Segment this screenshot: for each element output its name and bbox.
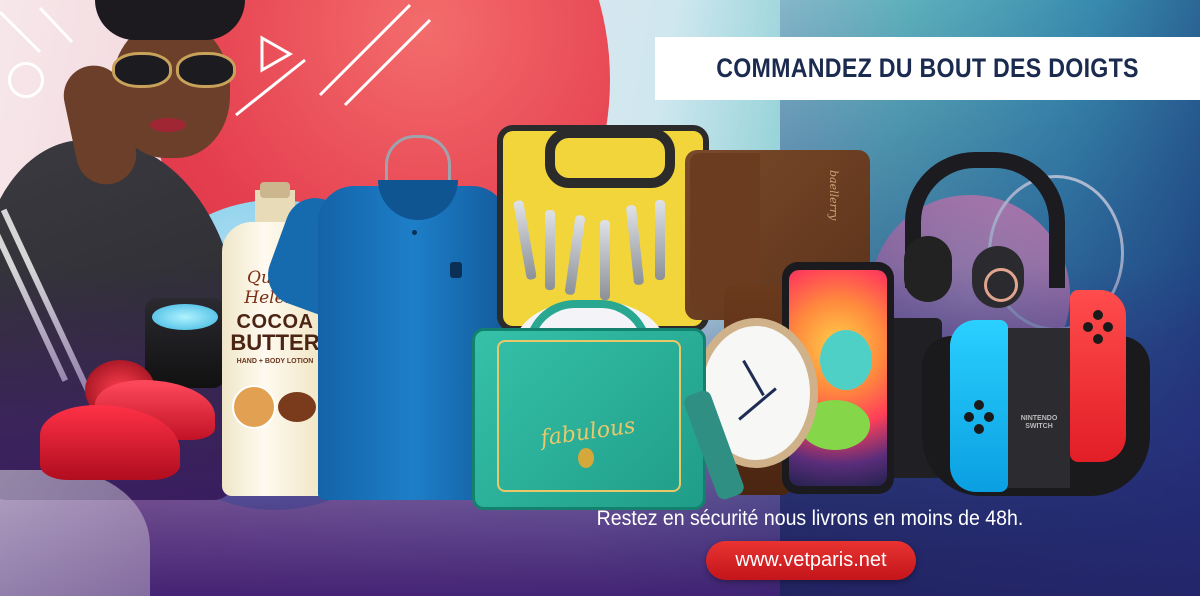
wallet-brand: baellerry bbox=[827, 170, 840, 221]
switch-label-2: SWITCH bbox=[1025, 422, 1053, 430]
deco-line-3 bbox=[235, 58, 306, 117]
joycon-button bbox=[974, 424, 984, 434]
triangle-decoration bbox=[260, 35, 294, 73]
promo-banner: Queen Helene COCOA BUTTER HAND + BODY LO… bbox=[0, 0, 1200, 596]
phone-wallpaper-shape bbox=[820, 330, 872, 390]
toolkit-handle bbox=[545, 128, 675, 188]
deco-line-4 bbox=[318, 3, 412, 97]
lotion-line-2: BUTTER bbox=[230, 330, 320, 355]
cocoa-pod-icon bbox=[278, 392, 316, 422]
joycon-button bbox=[984, 412, 994, 422]
website-link[interactable]: www.vetparis.net bbox=[706, 541, 916, 580]
deco-line-1 bbox=[0, 10, 42, 54]
joycon-button bbox=[1093, 310, 1103, 320]
switch-logo: NINTENDO SWITCH bbox=[1010, 415, 1068, 430]
sunglasses-icon bbox=[108, 52, 236, 88]
switch-label-1: NINTENDO bbox=[1020, 415, 1058, 422]
joycon-button bbox=[964, 412, 974, 422]
deco-line-2 bbox=[38, 6, 74, 44]
speaker-light bbox=[152, 304, 218, 330]
lotion-line-1: COCOA bbox=[236, 311, 314, 333]
lotion-label: COCOA BUTTER HAND + BODY LOTION bbox=[226, 312, 324, 365]
headphone-ring bbox=[984, 268, 1018, 302]
joycon-button bbox=[1093, 334, 1103, 344]
lotion-badge bbox=[232, 385, 276, 429]
line-decorations-2 bbox=[318, 3, 432, 107]
headphone-cup-left bbox=[904, 236, 952, 302]
wrench-icon bbox=[600, 220, 610, 300]
lotion-line-3: HAND + BODY LOTION bbox=[236, 358, 314, 365]
joycon-grip-center bbox=[1008, 328, 1070, 488]
person-lips bbox=[150, 118, 186, 132]
bee-icon bbox=[578, 448, 594, 468]
joycon-button bbox=[974, 400, 984, 410]
polo-button bbox=[412, 230, 417, 235]
tagline: Restez en sécurité nous livrons en moins… bbox=[596, 507, 1024, 530]
headline: COMMANDEZ DU BOUT DES DOIGTS bbox=[716, 53, 1139, 83]
person-hair bbox=[95, 0, 245, 40]
bottle-cap bbox=[260, 182, 290, 198]
wrench-icon bbox=[545, 210, 555, 290]
wrench-icon bbox=[655, 200, 665, 280]
deco-line-5 bbox=[343, 18, 432, 107]
joycon-button bbox=[1103, 322, 1113, 332]
joycon-button bbox=[1083, 322, 1093, 332]
polo-logo bbox=[450, 262, 462, 278]
